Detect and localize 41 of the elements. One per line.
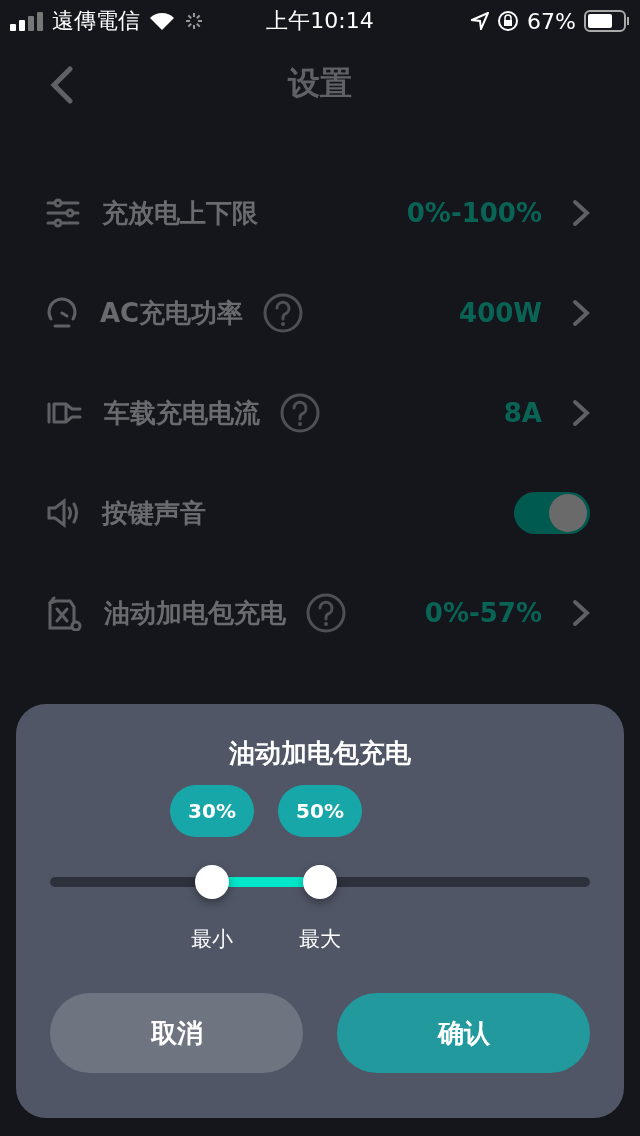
battery-icon <box>584 10 630 32</box>
thumb-label: 最小 <box>190 926 234 953</box>
loading-icon <box>184 11 204 31</box>
location-icon <box>471 12 490 30</box>
setting-label: 按键声音 <box>102 496 206 530</box>
signal-icon <box>10 11 44 31</box>
setting-value[interactable]: 8A <box>503 398 542 428</box>
setting-label: 车载充电电流 <box>104 396 260 430</box>
sheet-title: 油动加电包充电 <box>229 737 411 770</box>
slider-thumb[interactable] <box>195 865 229 899</box>
help-icon[interactable] <box>280 393 320 433</box>
setting-label: AC充电功率 <box>100 296 244 330</box>
setting-value[interactable]: 0%-57% <box>424 598 542 628</box>
fuel-can-icon <box>46 595 82 631</box>
carrier-name: 遠傳電信 <box>52 7 140 35</box>
chevron-right-icon[interactable] <box>572 199 590 227</box>
chevron-right-icon[interactable] <box>572 399 590 427</box>
chevron-right-icon[interactable] <box>572 299 590 327</box>
sliders-icon <box>46 198 80 228</box>
value-badge: 30% <box>170 785 254 837</box>
help-icon[interactable] <box>263 293 304 333</box>
setting-label: 油动加电包充电 <box>104 596 286 630</box>
rotation-lock-icon <box>497 10 520 32</box>
toggle-switch[interactable] <box>514 492 590 534</box>
confirm-button[interactable]: 确认 <box>337 993 590 1073</box>
setting-value[interactable]: 400W <box>459 298 542 328</box>
back-icon[interactable] <box>50 66 74 104</box>
help-icon[interactable] <box>306 593 346 633</box>
thumb-label: 最大 <box>298 926 342 953</box>
battery-percent: 67% <box>527 8 576 34</box>
gauge-icon <box>46 297 78 329</box>
speaker-icon <box>46 497 80 529</box>
setting-value[interactable]: 0%-100% <box>406 198 542 228</box>
page-title: 设置 <box>288 63 352 104</box>
setting-label: 充放电上下限 <box>102 196 258 230</box>
chevron-right-icon[interactable] <box>572 599 590 627</box>
cancel-button[interactable]: 取消 <box>50 993 303 1073</box>
value-badge: 50% <box>278 785 362 837</box>
slider-thumb[interactable] <box>303 865 337 899</box>
wifi-icon <box>148 10 176 32</box>
clock: 上午10:14 <box>266 7 374 35</box>
